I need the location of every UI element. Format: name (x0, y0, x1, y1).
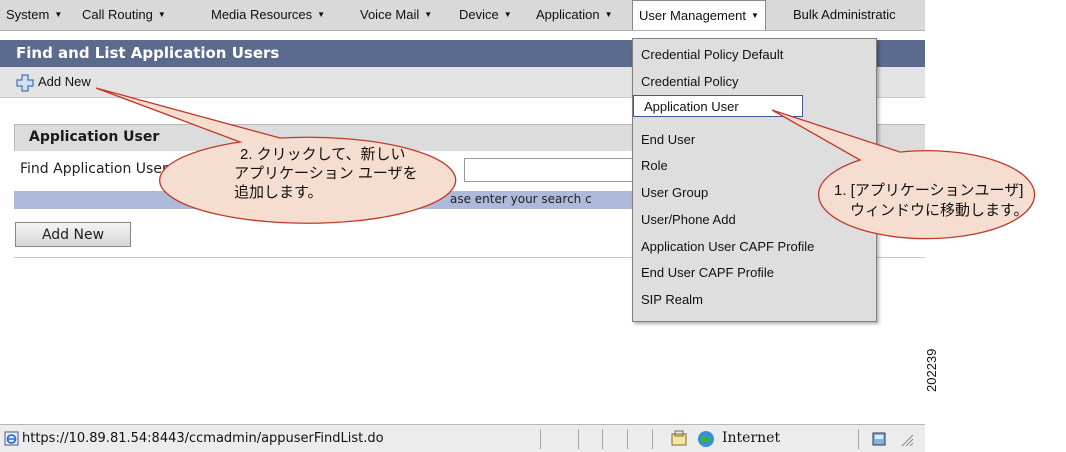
callout-left-line1: 2. クリックして、新しい (240, 146, 406, 163)
figure-id: 202239 (924, 348, 939, 392)
callout-right-line2: ウィンドウに移動します。 (850, 202, 1029, 219)
callout-overlay (95, 87, 1036, 240)
callout-left-line3: 追加します。 (234, 184, 323, 201)
callout-right-line1: 1. [アプリケーションユーザ] (834, 182, 1024, 199)
callout-left-line2: アプリケーション ユーザを (234, 165, 418, 182)
